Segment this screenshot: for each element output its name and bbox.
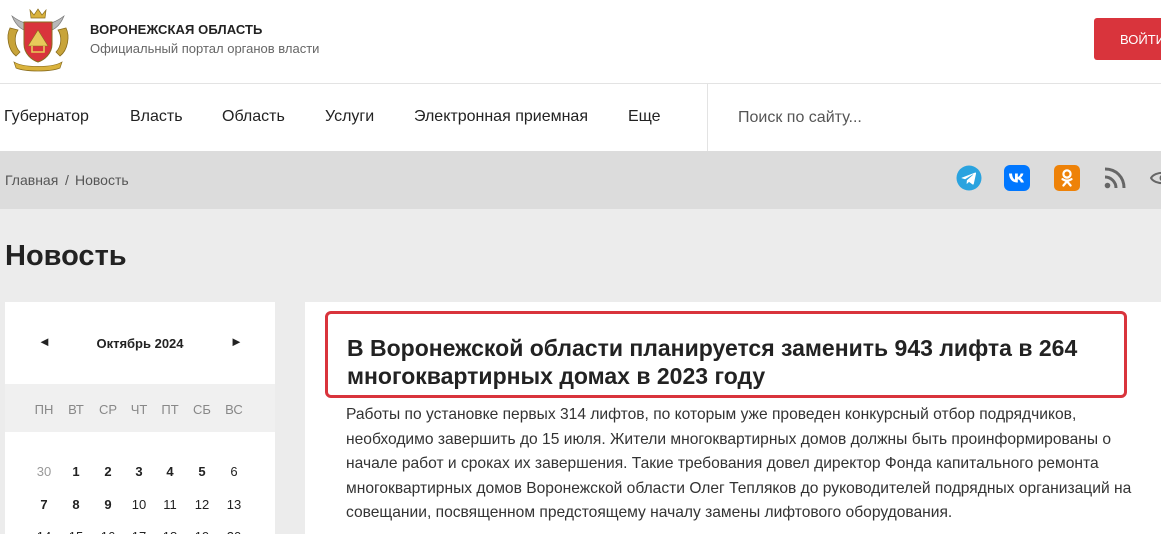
coat-of-arms-icon[interactable] <box>4 6 72 72</box>
calendar-day: 14 <box>28 529 60 534</box>
breadcrumb-bar: Главная / Новость <box>0 151 1161 209</box>
site-title: ВОРОНЕЖСКАЯ ОБЛАСТЬ <box>90 22 263 37</box>
calendar-widget: Октябрь 2024 ◄ ► ПН ВТ СР ЧТ ПТ СБ ВС 30… <box>5 302 275 534</box>
calendar-day: 13 <box>226 497 242 512</box>
nav-item-governor[interactable]: Губернатор <box>4 108 89 126</box>
calendar-day[interactable]: 1 <box>60 464 92 479</box>
weekday-label: СБ <box>193 402 211 417</box>
breadcrumb-home[interactable]: Главная <box>5 172 58 188</box>
nav-divider <box>707 84 708 151</box>
search-input[interactable] <box>738 104 1138 132</box>
rss-icon[interactable] <box>1102 165 1128 191</box>
calendar-day: 16 <box>92 529 124 534</box>
odnoklassniki-icon[interactable] <box>1054 165 1080 191</box>
calendar-day[interactable]: 9 <box>92 497 124 512</box>
nav-item-e-reception[interactable]: Электронная приемная <box>414 108 588 126</box>
calendar-day[interactable]: 2 <box>92 464 124 479</box>
visually-impaired-icon[interactable] <box>1150 165 1161 191</box>
site-subtitle: Официальный портал органов власти <box>90 41 320 56</box>
calendar-day[interactable]: 3 <box>123 464 155 479</box>
weekday-label: ВТ <box>68 402 84 417</box>
calendar-prev-button[interactable]: ◄ <box>38 334 51 349</box>
calendar-day: 17 <box>123 529 155 534</box>
calendar-day: 15 <box>60 529 92 534</box>
nav-item-more[interactable]: Еще <box>628 108 661 126</box>
breadcrumb-separator: / <box>65 172 69 188</box>
nav-item-services[interactable]: Услуги <box>325 108 374 126</box>
article-headline: В Воронежской области планируется замени… <box>347 335 1078 389</box>
calendar-weekdays: ПН ВТ СР ЧТ ПТ СБ ВС <box>5 384 275 432</box>
calendar-day[interactable]: 4 <box>154 464 186 479</box>
calendar-day: 20 <box>218 529 250 534</box>
page-title: Новость <box>5 240 127 272</box>
calendar-day: 11 <box>163 497 177 512</box>
calendar-day[interactable]: 7 <box>28 497 60 512</box>
vk-icon[interactable] <box>1004 165 1030 191</box>
calendar-day: 18 <box>154 529 186 534</box>
breadcrumb-current: Новость <box>75 172 129 188</box>
weekday-label: СР <box>98 402 118 417</box>
weekday-label: ПТ <box>161 402 179 417</box>
headline-highlight: В Воронежской области планируется замени… <box>325 311 1127 398</box>
main-nav: Губернатор Власть Область Услуги Электро… <box>0 84 1161 151</box>
weekday-label: ВС <box>225 402 243 417</box>
calendar-day[interactable]: 5 <box>186 464 218 479</box>
calendar-day: 10 <box>131 497 147 512</box>
nav-item-power[interactable]: Власть <box>130 108 183 126</box>
telegram-icon[interactable] <box>956 165 982 191</box>
weekday-label: ЧТ <box>130 402 148 417</box>
calendar-header: Октябрь 2024 ◄ ► <box>5 302 275 384</box>
calendar-day[interactable]: 8 <box>60 497 92 512</box>
nav-item-region[interactable]: Область <box>222 108 285 126</box>
calendar-next-button[interactable]: ► <box>230 334 243 349</box>
calendar-day: 19 <box>186 529 218 534</box>
news-article: В Воронежской области планируется замени… <box>305 302 1161 534</box>
login-button[interactable]: ВОЙТИ <box>1094 18 1161 60</box>
article-body: Работы по установке первых 314 лифтов, п… <box>346 406 1132 521</box>
calendar-day: 6 <box>230 464 238 479</box>
site-header: ВОРОНЕЖСКАЯ ОБЛАСТЬ Официальный портал о… <box>0 0 1161 84</box>
calendar-day: 12 <box>194 497 210 512</box>
weekday-label: ПН <box>34 402 54 417</box>
calendar-day: 30 <box>36 464 52 479</box>
